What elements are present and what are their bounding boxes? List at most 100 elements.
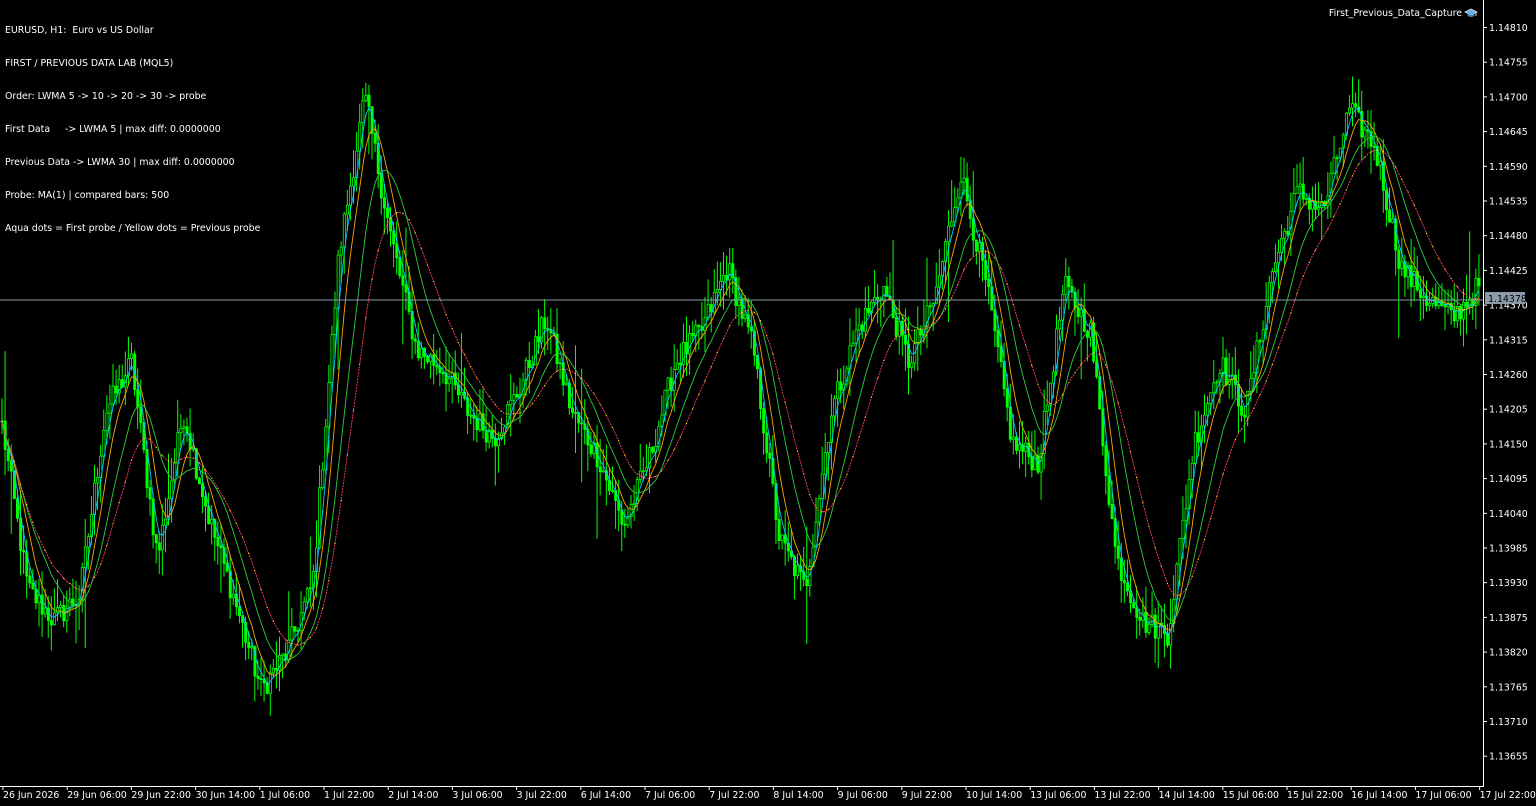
candle	[885, 276, 889, 297]
previous-probe-dot	[303, 642, 305, 644]
candle	[1381, 139, 1385, 213]
candle	[404, 227, 408, 311]
previous-probe-dot	[1129, 451, 1132, 453]
previous-probe-dot	[944, 308, 947, 310]
previous-probe-dot	[32, 521, 34, 523]
candle	[586, 416, 590, 472]
candle	[682, 323, 686, 378]
first-probe-dot	[420, 345, 422, 347]
previous-probe-dot	[192, 457, 194, 459]
first-probe-dot	[827, 463, 829, 465]
previous-probe-dot	[667, 459, 669, 461]
previous-probe-dot	[568, 369, 570, 371]
candle	[278, 636, 282, 692]
chart-info-panel: EURUSD, H1: Euro vs US Dollar FIRST / PR…	[5, 3, 260, 256]
candle	[876, 284, 880, 324]
previous-probe-dot	[994, 257, 996, 259]
candle	[456, 372, 460, 404]
first-probe-dot	[19, 514, 22, 516]
first-probe-dot	[1006, 379, 1008, 381]
price-axis[interactable]: 1.14810 1.14755 1.14700 1.14645 1.14590 1.145…	[1483, 23, 1528, 763]
candle	[413, 333, 417, 355]
first-probe-dot	[1166, 634, 1169, 636]
previous-probe-dot	[56, 570, 59, 572]
first-probe-dot	[1277, 266, 1280, 268]
hat-icon[interactable]	[1464, 6, 1478, 20]
candle	[164, 497, 168, 553]
previous-probe-dot	[457, 341, 459, 344]
time-label: 13 Jul 06:00	[1030, 790, 1086, 801]
first-probe-dot	[204, 490, 207, 493]
candle	[722, 252, 726, 310]
candle	[756, 354, 760, 379]
first-probe-dot	[445, 374, 447, 376]
time-label: 26 Jun 2026	[3, 790, 59, 801]
first-probe-dot	[1049, 409, 1051, 411]
previous-probe-dot	[1308, 261, 1310, 263]
previous-probe-dot	[722, 338, 725, 340]
first-probe-dot	[106, 438, 108, 441]
candle	[447, 352, 451, 393]
previous-probe-dot	[1117, 402, 1119, 404]
candle	[851, 330, 855, 347]
previous-probe-dot	[1333, 215, 1335, 217]
candle	[1326, 172, 1330, 220]
candle	[299, 591, 303, 650]
previous-probe-dot	[359, 363, 361, 365]
candle	[1153, 607, 1157, 664]
first-probe-dot	[414, 323, 416, 325]
info-line-order: Order: LWMA 5 -> 10 -> 20 -> 30 -> probe	[5, 91, 207, 102]
first-probe-dot	[1074, 293, 1076, 295]
first-probe-dot	[1111, 488, 1113, 490]
chart-window[interactable]: 1.14810 1.14755 1.14700 1.14645 1.14590 1.145…	[0, 0, 1536, 806]
previous-probe-dot	[1049, 402, 1051, 405]
first-probe-dot	[217, 532, 219, 534]
previous-probe-dot	[1092, 352, 1095, 354]
expert-advisor-name[interactable]: First_Previous_Data_Capture	[1329, 8, 1462, 19]
first-probe-dot	[180, 447, 182, 449]
candle	[469, 398, 473, 425]
first-probe-dot	[402, 267, 404, 269]
previous-probe-dot	[914, 329, 916, 331]
candle	[1332, 136, 1336, 175]
first-probe-dot	[926, 322, 928, 324]
first-probe-dot	[1216, 388, 1218, 391]
previous-probe-dot	[574, 373, 577, 375]
time-axis[interactable]: 26 Jun 2026 29 Jun 06:00 29 Jun 22:00 30 Ju…	[2, 786, 1536, 801]
candle	[916, 306, 920, 372]
previous-probe-dot	[544, 384, 546, 387]
previous-probe-dot	[975, 254, 977, 256]
first-probe-dot	[167, 518, 170, 520]
candle	[950, 180, 954, 228]
candle	[623, 508, 627, 539]
first-probe-dot	[753, 334, 755, 336]
previous-probe-dot	[587, 384, 589, 386]
previous-probe-dot	[642, 476, 644, 479]
candle	[1317, 181, 1321, 216]
first-probe-dot	[605, 471, 607, 473]
previous-probe-dot	[143, 437, 145, 439]
previous-probe-dot	[414, 232, 416, 234]
first-probe-dot	[482, 422, 484, 424]
candle	[497, 431, 501, 473]
candle	[37, 578, 41, 627]
previous-probe-dot	[81, 589, 83, 591]
first-probe-dot	[920, 340, 922, 342]
first-probe-dot	[747, 316, 749, 318]
candle	[1070, 278, 1074, 299]
candle	[1369, 110, 1373, 174]
previous-probe-dot	[1314, 249, 1317, 251]
candle	[540, 315, 544, 349]
previous-probe-dot	[365, 317, 367, 319]
candle	[179, 414, 183, 449]
previous-probe-dot	[605, 414, 607, 416]
first-probe-dot	[371, 112, 373, 115]
first-probe-dot	[1099, 373, 1101, 376]
first-probe-dot	[1247, 403, 1249, 406]
previous-probe-dot	[1475, 298, 1477, 300]
candle	[651, 445, 655, 455]
first-probe-dot	[562, 363, 564, 366]
previous-probe-dot	[562, 368, 564, 370]
price-label: 1.13820	[1489, 648, 1528, 659]
candle	[108, 384, 112, 440]
